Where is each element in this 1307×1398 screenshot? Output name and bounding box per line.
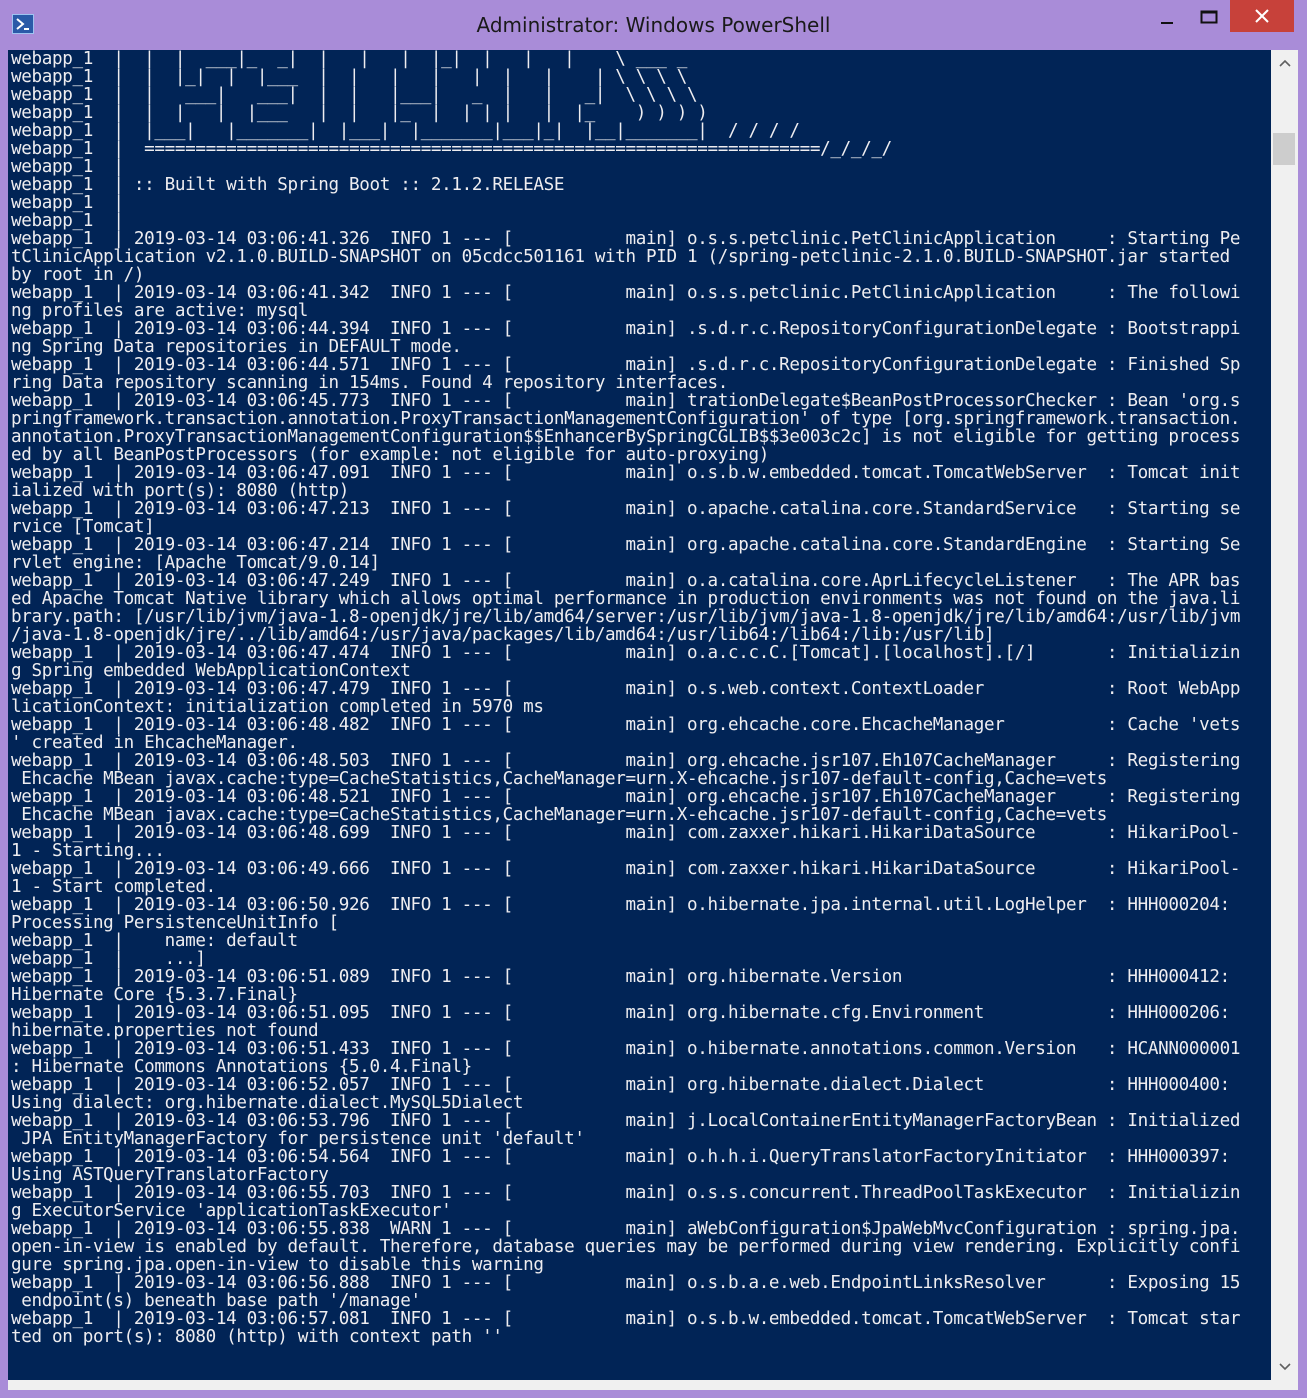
- console-line: webapp_1 | 2019-03-14 03:06:54.564 INFO …: [11, 1147, 1230, 1167]
- console-line: webapp_1 |: [11, 193, 124, 213]
- scroll-down-button[interactable]: [1271, 1354, 1298, 1380]
- console-line: webapp_1 | 2019-03-14 03:06:44.394 INFO …: [11, 319, 1241, 339]
- console-line: webapp_1 | 2019-03-14 03:06:47.213 INFO …: [11, 499, 1241, 519]
- console-line: webapp_1 | 2019-03-14 03:06:41.326 INFO …: [11, 229, 1241, 249]
- console-line: webapp_1 | 2019-03-14 03:06:55.703 INFO …: [11, 1183, 1241, 1203]
- console-line: webapp_1 | 2019-03-14 03:06:45.773 INFO …: [11, 391, 1241, 411]
- console-line: rvlet engine: [Apache Tomcat/9.0.14]: [11, 553, 380, 573]
- console-line: by root in /): [11, 265, 145, 285]
- console-line: Using ASTQueryTranslatorFactory: [11, 1165, 329, 1185]
- console-line: webapp_1 | |___| |_______| |___| |______…: [11, 121, 800, 141]
- console-line: webapp_1 | 2019-03-14 03:06:49.666 INFO …: [11, 859, 1241, 879]
- console-line: webapp_1 | 2019-03-14 03:06:47.214 INFO …: [11, 535, 1241, 555]
- console-line: Using dialect: org.hibernate.dialect.MyS…: [11, 1093, 524, 1113]
- console-line: Ehcache MBean javax.cache:type=CacheStat…: [11, 805, 1107, 825]
- console-line: 1 - Start completed.: [11, 877, 216, 897]
- console-line: webapp_1 |: [11, 211, 124, 231]
- console-line: Ehcache MBean javax.cache:type=CacheStat…: [11, 769, 1107, 789]
- console-output[interactable]: webapp_1 | | | ___|_ _| | | | |_| | | | …: [8, 50, 1271, 1380]
- window-title: Administrator: Windows PowerShell: [476, 13, 831, 37]
- console-line: webapp_1 | 2019-03-14 03:06:48.699 INFO …: [11, 823, 1241, 843]
- console-line: ng Spring Data repositories in DEFAULT m…: [11, 337, 462, 357]
- close-button[interactable]: [1230, 0, 1294, 32]
- console-line: ring Data repository scanning in 154ms. …: [11, 373, 728, 393]
- console-line: ed by all BeanPostProcessors (for exampl…: [11, 445, 769, 465]
- console-line: ialized with port(s): 8080 (http): [11, 481, 349, 501]
- console-line: brary.path: [/usr/lib/jvm/java-1.8-openj…: [11, 607, 1241, 627]
- console-line: ed Apache Tomcat Native library which al…: [11, 589, 1241, 609]
- window-bottom-frame: [0, 1380, 1307, 1398]
- console-line: webapp_1 | 2019-03-14 03:06:55.838 WARN …: [11, 1219, 1241, 1239]
- console-line: JPA EntityManagerFactory for persistence…: [11, 1129, 585, 1149]
- console-line: ' created in EhcacheManager.: [11, 733, 298, 753]
- console-line: webapp_1 | :: Built with Spring Boot :: …: [11, 175, 565, 195]
- vertical-scrollbar[interactable]: [1271, 50, 1298, 1380]
- console-line: webapp_1 | 2019-03-14 03:06:47.249 INFO …: [11, 571, 1241, 591]
- console-line: webapp_1 | name: default: [11, 931, 298, 951]
- chevron-down-icon: [1278, 1363, 1291, 1371]
- console-line: : Hibernate Commons Annotations {5.0.4.F…: [11, 1057, 472, 1077]
- console-line: rvice [Tomcat]: [11, 517, 155, 537]
- console-line: webapp_1 | 2019-03-14 03:06:53.796 INFO …: [11, 1111, 1241, 1131]
- minimize-button[interactable]: [1150, 2, 1184, 32]
- console-line: webapp_1 | 2019-03-14 03:06:51.095 INFO …: [11, 1003, 1230, 1023]
- console-line: Hibernate Core {5.3.7.Final}: [11, 985, 298, 1005]
- chevron-up-icon: [1278, 59, 1291, 67]
- console-line: g ExecutorService 'applicationTaskExecut…: [11, 1201, 452, 1221]
- console-line: webapp_1 | 2019-03-14 03:06:51.433 INFO …: [11, 1039, 1241, 1059]
- console-line: webapp_1 | 2019-03-14 03:06:57.081 INFO …: [11, 1309, 1241, 1329]
- console-line: webapp_1 | | | | |___ | | |_ | | | | | |…: [11, 103, 708, 123]
- console-line: endpoint(s) beneath base path '/manage': [11, 1291, 421, 1311]
- minimize-icon: [1161, 22, 1173, 24]
- scroll-up-button[interactable]: [1271, 50, 1298, 76]
- console-line: webapp_1 | 2019-03-14 03:06:48.503 INFO …: [11, 751, 1241, 771]
- console-line: ted on port(s): 8080 (http) with context…: [11, 1327, 503, 1347]
- horizontal-scroll-area: [8, 1380, 1298, 1390]
- scrollbar-thumb[interactable]: [1273, 133, 1295, 165]
- maximize-icon: [1200, 10, 1218, 24]
- console-line: webapp_1 | 2019-03-14 03:06:48.482 INFO …: [11, 715, 1241, 735]
- console-line: ng profiles are active: mysql: [11, 301, 309, 321]
- console-line: hibernate.properties not found: [11, 1021, 319, 1041]
- console-line: pringframework.transaction.annotation.Pr…: [11, 409, 1241, 429]
- console-line: /java-1.8-openjdk/jre/../lib/amd64:/usr/…: [11, 625, 995, 645]
- console-line: webapp_1 | 2019-03-14 03:06:50.926 INFO …: [11, 895, 1230, 915]
- console-line: webapp_1 | 2019-03-14 03:06:48.521 INFO …: [11, 787, 1241, 807]
- console-line: webapp_1 | 2019-03-14 03:06:44.571 INFO …: [11, 355, 1241, 375]
- console-line: webapp_1 | 2019-03-14 03:06:47.479 INFO …: [11, 679, 1241, 699]
- console-line: webapp_1 | 2019-03-14 03:06:47.091 INFO …: [11, 463, 1241, 483]
- console-line: webapp_1 | | |_| | |___ | | | | | | | | …: [11, 67, 687, 87]
- console-line: webapp_1 |: [11, 157, 124, 177]
- console-line: tClinicApplication v2.1.0.BUILD-SNAPSHOT…: [11, 247, 1230, 267]
- maximize-button[interactable]: [1192, 2, 1226, 32]
- console-line: licationContext: initialization complete…: [11, 697, 544, 717]
- title-bar[interactable]: Administrator: Windows PowerShell: [0, 0, 1307, 50]
- console-line: webapp_1 | 2019-03-14 03:06:41.342 INFO …: [11, 283, 1241, 303]
- console-line: webapp_1 | | ___| ___| | | |___| _ | | _…: [11, 85, 698, 105]
- console-line: webapp_1 | =============================…: [11, 139, 892, 159]
- console-line: 1 - Starting...: [11, 841, 165, 861]
- console-line: webapp_1 | ...]: [11, 949, 206, 969]
- console-line: g Spring embedded WebApplicationContext: [11, 661, 411, 681]
- console-line: webapp_1 | 2019-03-14 03:06:52.057 INFO …: [11, 1075, 1230, 1095]
- close-icon: [1255, 9, 1269, 23]
- console-lines: webapp_1 | | | ___|_ _| | | | |_| | | | …: [11, 50, 1240, 1346]
- console-line: gure spring.jpa.open-in-view to disable …: [11, 1255, 544, 1275]
- powershell-window: Administrator: Windows PowerShell webapp…: [0, 0, 1307, 1398]
- console-line: webapp_1 | 2019-03-14 03:06:56.888 INFO …: [11, 1273, 1241, 1293]
- console-line: webapp_1 | 2019-03-14 03:06:47.474 INFO …: [11, 643, 1241, 663]
- console-line: Processing PersistenceUnitInfo [: [11, 913, 339, 933]
- console-line: open-in-view is enabled by default. Ther…: [11, 1237, 1241, 1257]
- console-line: annotation.ProxyTransactionManagementCon…: [11, 427, 1241, 447]
- console-line: webapp_1 | | | ___|_ _| | | | |_| | | | …: [11, 50, 687, 69]
- console-line: webapp_1 | 2019-03-14 03:06:51.089 INFO …: [11, 967, 1230, 987]
